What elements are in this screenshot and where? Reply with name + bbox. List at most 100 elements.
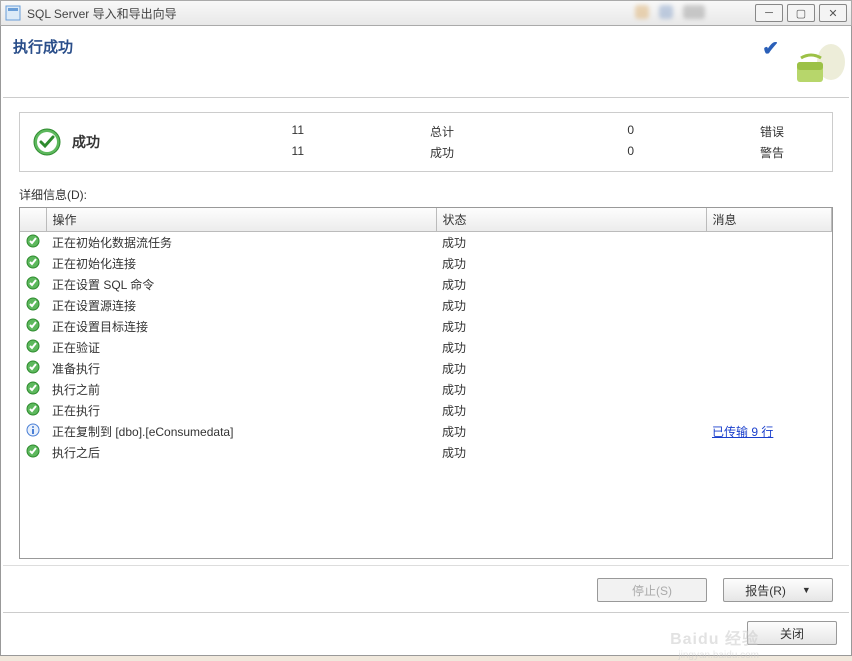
table-row[interactable]: 正在初始化连接成功 [20,253,832,274]
table-row[interactable]: 正在初始化数据流任务成功 [20,232,832,254]
window-title: SQL Server 导入和导出向导 [27,5,623,22]
watermark-sub: jingyan.baidu.com [678,650,759,661]
error-count: 0 [610,123,640,140]
row-icon-cell [20,421,46,442]
check-icon [26,297,40,311]
message-link[interactable]: 已传输 9 行 [712,425,773,439]
titlebar: SQL Server 导入和导出向导 ─ ▢ ✕ [0,0,852,26]
row-status: 成功 [436,379,706,400]
row-status: 成功 [436,358,706,379]
page-title: 执行成功 [13,36,73,57]
row-icon-cell [20,316,46,337]
close-button[interactable]: 关闭 [747,621,837,645]
row-icon-cell [20,253,46,274]
row-icon-cell [20,295,46,316]
total-label: 总计 [430,123,490,140]
table-row[interactable]: 执行之前成功 [20,379,832,400]
table-row[interactable]: 正在设置源连接成功 [20,295,832,316]
row-icon-cell [20,379,46,400]
row-icon-cell [20,232,46,254]
row-status: 成功 [436,316,706,337]
check-icon [26,255,40,269]
check-icon [26,360,40,374]
row-operation: 执行之前 [46,379,436,400]
table-row[interactable]: 正在设置目标连接成功 [20,316,832,337]
check-icon [26,234,40,248]
app-icon [5,5,21,21]
table-row[interactable]: 正在复制到 [dbo].[eConsumedata]成功已传输 9 行 [20,421,832,442]
summary-box: 成功 11 总计 0 错误 11 成功 0 警告 [19,112,833,172]
header-decorative-art [791,40,847,92]
check-icon [26,444,40,458]
row-operation: 正在设置 SQL 命令 [46,274,436,295]
row-icon-cell [20,337,46,358]
col-message[interactable]: 消息 [706,208,832,232]
row-status: 成功 [436,253,706,274]
col-status[interactable]: 状态 [436,208,706,232]
row-message [706,400,832,421]
check-icon [26,381,40,395]
row-message [706,232,832,254]
row-status: 成功 [436,232,706,254]
table-row[interactable]: 执行之后成功 [20,442,832,463]
row-message [706,316,832,337]
row-message [706,274,832,295]
row-status: 成功 [436,337,706,358]
row-operation: 正在初始化连接 [46,253,436,274]
action-button-row: 停止(S) 报告(R) ▼ [3,565,849,612]
row-icon-cell [20,274,46,295]
row-operation: 正在设置目标连接 [46,316,436,337]
minimize-button[interactable]: ─ [755,4,783,22]
summary-stats: 11 总计 0 错误 11 成功 0 警告 [280,123,820,161]
check-icon [26,318,40,332]
footer-bar: Baidu 经验 jingyan.baidu.com 关闭 [3,612,849,653]
report-button-label: 报告(R) [745,582,786,599]
details-table-container[interactable]: 操作 状态 消息 正在初始化数据流任务成功正在初始化连接成功正在设置 SQL 命… [19,207,833,559]
table-row[interactable]: 正在执行成功 [20,400,832,421]
success-count: 11 [280,144,310,161]
chevron-down-icon: ▼ [802,585,811,595]
row-icon-cell [20,442,46,463]
total-count: 11 [280,123,310,140]
col-operation[interactable]: 操作 [46,208,436,232]
row-operation: 正在初始化数据流任务 [46,232,436,254]
row-operation: 正在复制到 [dbo].[eConsumedata] [46,421,436,442]
row-status: 成功 [436,295,706,316]
col-icon[interactable] [20,208,46,232]
row-operation: 正在执行 [46,400,436,421]
check-icon [26,339,40,353]
info-icon [26,423,40,437]
row-status: 成功 [436,442,706,463]
row-operation: 准备执行 [46,358,436,379]
table-row[interactable]: 正在设置 SQL 命令成功 [20,274,832,295]
row-status: 成功 [436,400,706,421]
success-label: 成功 [430,144,490,161]
row-message [706,379,832,400]
row-message [706,337,832,358]
header-band: 执行成功 ✔ [3,28,849,98]
success-icon [32,127,62,157]
row-message [706,295,832,316]
row-message [706,253,832,274]
row-icon-cell [20,400,46,421]
warn-count: 0 [610,144,640,161]
report-button[interactable]: 报告(R) ▼ [723,578,833,602]
table-row[interactable]: 准备执行成功 [20,358,832,379]
watermark: Baidu 经验 [670,625,759,649]
stop-button: 停止(S) [597,578,707,602]
blurred-background-icons [635,5,755,21]
close-window-button[interactable]: ✕ [819,4,847,22]
row-operation: 正在设置源连接 [46,295,436,316]
maximize-button[interactable]: ▢ [787,4,815,22]
row-status: 成功 [436,421,706,442]
summary-label: 成功 [72,132,100,152]
row-icon-cell [20,358,46,379]
row-operation: 正在验证 [46,337,436,358]
table-row[interactable]: 正在验证成功 [20,337,832,358]
details-label: 详细信息(D): [19,186,833,203]
check-icon [26,276,40,290]
row-message [706,358,832,379]
warn-label: 警告 [760,144,820,161]
row-message: 已传输 9 行 [706,421,832,442]
row-operation: 执行之后 [46,442,436,463]
